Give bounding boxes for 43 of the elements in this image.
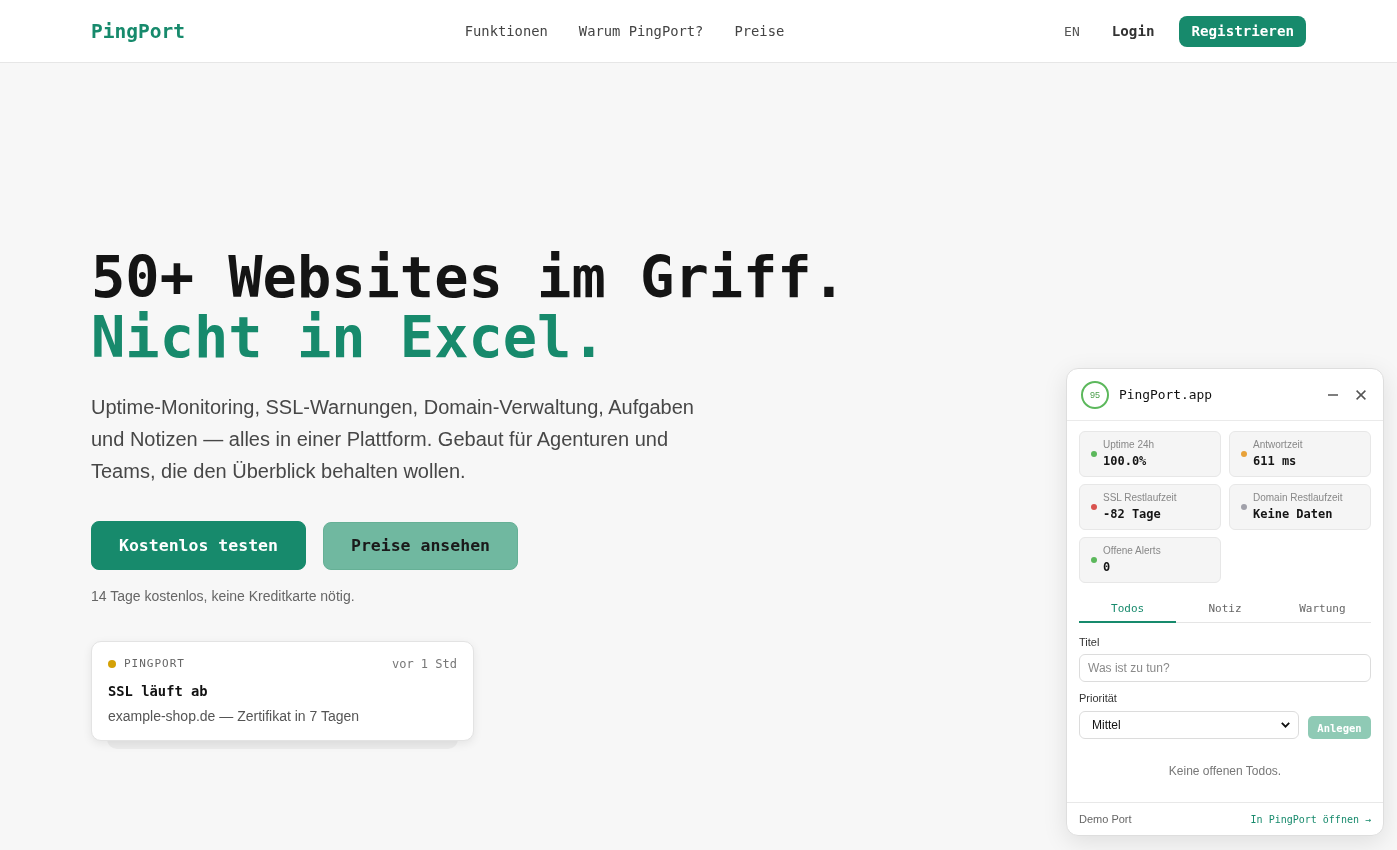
nav-link[interactable]: Preise	[734, 23, 785, 39]
headline-accent: Nicht in Excel.	[91, 307, 606, 367]
status-dot-icon	[108, 660, 116, 668]
notification-source: PINGPORT	[124, 657, 185, 671]
close-icon[interactable]	[1356, 389, 1366, 400]
empty-message: Keine offenen Todos.	[1168, 764, 1282, 778]
minimize-icon[interactable]	[1328, 393, 1338, 396]
workspace-name: Demo Port	[1079, 813, 1132, 825]
metric-value: Keine Daten	[1253, 507, 1334, 522]
login-link[interactable]: Login	[1111, 23, 1155, 39]
tab[interactable]: Todos	[1079, 597, 1177, 623]
metric-label: Offene Alerts	[1103, 545, 1161, 557]
pricing-button[interactable]: Preise ansehen	[322, 521, 519, 570]
notification-message: example-shop.de — Zertifikat in 7 Tagen	[108, 707, 360, 725]
metric-value: 611 ms	[1253, 454, 1298, 469]
headline: 50+ Websites im Griff.	[91, 247, 846, 307]
metric-value: 0	[1103, 560, 1112, 575]
metric-label: Antwortzeit	[1253, 439, 1303, 451]
widget-title: PingPort.app	[1119, 387, 1213, 402]
hero-description: Uptime-Monitoring, SSL-Warnungen, Domain-Verwaltung, Aufgaben und Notizen — alles in einer Plattform. Gebaut für Agenturen und Teams, die den Überblick behalten wollen.	[91, 395, 695, 484]
priority-select[interactable]: Mittel	[1079, 711, 1299, 739]
metric-value: -82 Tage	[1103, 507, 1162, 522]
field-label: Priorität	[1079, 691, 1117, 705]
nav-link[interactable]: Funktionen	[464, 23, 548, 39]
score-ring: 95	[1081, 380, 1109, 409]
metric-label: Domain Restlaufzeit	[1253, 492, 1343, 504]
metric-value: 100.0%	[1103, 454, 1148, 469]
metric-label: SSL Restlaufzeit	[1103, 492, 1177, 504]
metric-label: Uptime 24h	[1103, 439, 1155, 451]
title-input[interactable]: Was ist zu tun?	[1079, 654, 1371, 682]
tab[interactable]: Wartung	[1273, 597, 1371, 623]
trial-button[interactable]: Kostenlos testen	[91, 521, 306, 570]
trial-note: 14 Tage kostenlos, keine Kreditkarte nötig.	[91, 588, 355, 604]
notification-title: SSL läuft ab	[108, 683, 208, 699]
nav-link[interactable]: Warum PingPort?	[578, 23, 704, 39]
open-app-link[interactable]: In PingPort öffnen →	[1250, 813, 1371, 825]
language-link[interactable]: EN	[1064, 23, 1080, 39]
field-label: Titel	[1079, 635, 1100, 649]
signup-button[interactable]: Registrieren	[1179, 15, 1306, 47]
tab[interactable]: Notiz	[1176, 597, 1274, 623]
logo[interactable]: PingPort	[91, 19, 185, 43]
notification-time: vor 1 Std	[391, 657, 457, 671]
chevron-icon	[1281, 722, 1290, 728]
